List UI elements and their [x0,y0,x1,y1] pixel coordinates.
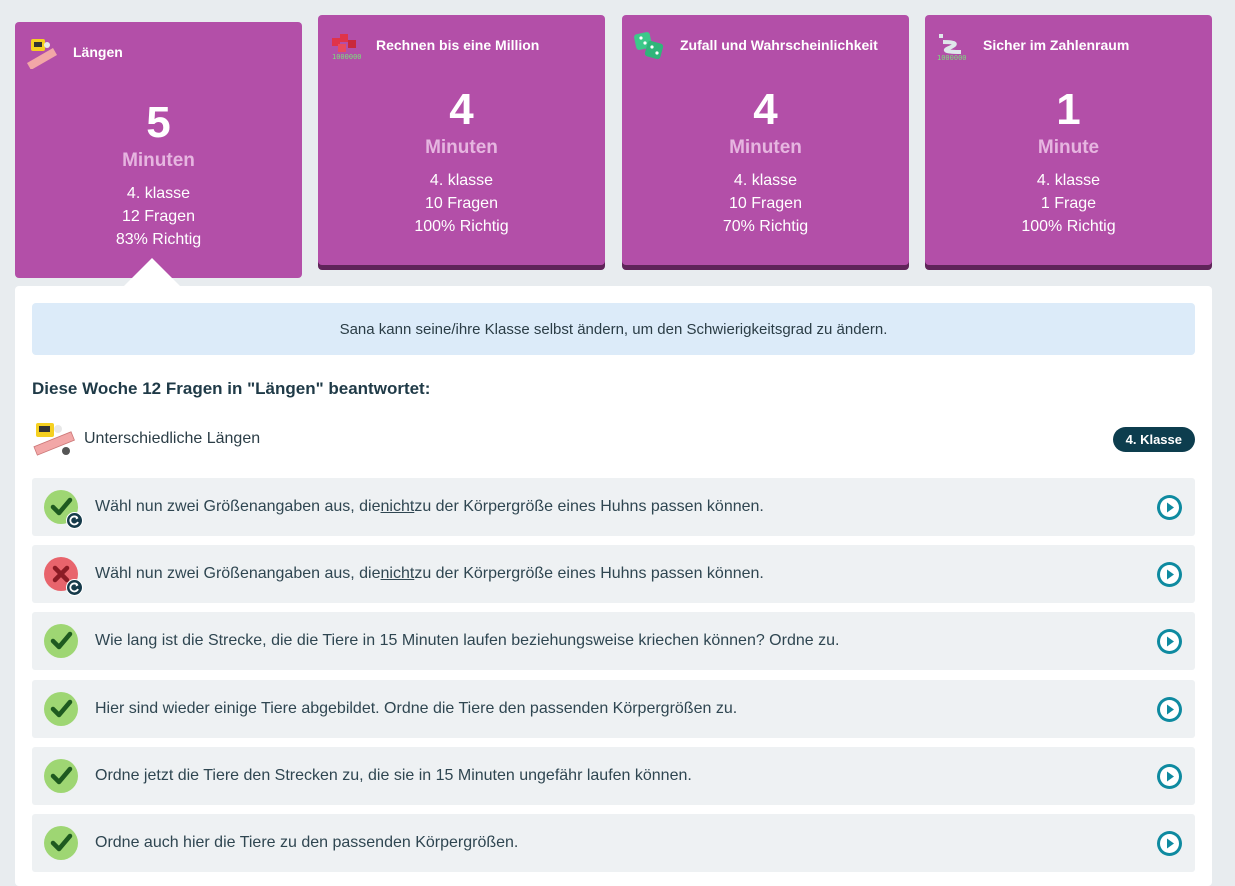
check-icon [50,766,73,785]
card-title: Sicher im Zahlenraum [983,37,1130,53]
correct-status-icon [44,490,83,529]
card-meta: 4. klasse 10 Fragen 100% Richtig [318,169,605,238]
number-path-icon: 1000000 [937,34,967,62]
question-text: Wähl nun zwei Größenangaben aus, die nic… [95,545,764,603]
card-grade: 4. klasse [126,185,191,202]
card-minutes-value: 5 [146,98,171,147]
svg-text:1000000: 1000000 [937,54,967,62]
card-meta: 4. klasse 12 Fragen 83% Richtig [15,182,302,251]
question-row[interactable]: Ordne jetzt die Tiere den Strecken zu, d… [32,747,1195,805]
card-question-count: 10 Fragen [425,195,498,212]
question-text-pre: Wähl nun zwei Größenangaben aus, die [95,565,381,582]
question-text: Wie lang ist die Strecke, die die Tiere … [95,632,840,649]
card-minutes-value: 4 [753,85,778,134]
question-text-pre: Wähl nun zwei Größenangaben aus, die [95,498,381,515]
svg-text:1000000: 1000000 [332,53,362,61]
question-text-emphasis: nicht [380,565,415,582]
detail-panel: Sana kann seine/ihre Klasse selbst änder… [15,286,1212,886]
skill-row: Unterschiedliche Längen 4. Klasse [32,420,1195,458]
ruler-skill-icon [33,423,75,456]
correct-status-icon [44,692,78,726]
question-text-post: zu der Körpergröße eines Huhns passen kö… [414,565,764,582]
play-icon[interactable] [1157,697,1182,722]
card-minutes-unit: Minuten [729,137,802,158]
card-header: Zufall und Wahrscheinlichkeit [632,25,901,65]
play-icon[interactable] [1157,764,1182,789]
question-row[interactable]: Wähl nun zwei Größenangaben aus, die nic… [32,478,1195,536]
card-title: Längen [73,44,123,60]
active-card-pointer [124,258,180,286]
dice-icon [634,32,664,60]
correct-status-icon [44,826,78,860]
card-question-count: 1 Frage [1040,195,1097,212]
card-minutes-unit: Minute [1037,137,1100,158]
retry-icon [66,579,83,596]
blocks-million-icon: 1000000 [332,34,362,61]
card-correct-rate: 83% Richtig [115,231,202,248]
card-grade: 4. klasse [429,172,494,189]
question-row[interactable]: Hier sind wieder einige Tiere abgebildet… [32,680,1195,738]
skill-cards: Längen 5 Minuten 4. klasse 12 Fragen 83%… [0,0,1235,290]
correct-status-icon [44,624,78,658]
question-row[interactable]: Ordne auch hier die Tiere zu den passend… [32,814,1195,872]
play-icon[interactable] [1157,831,1182,856]
question-row[interactable]: Wie lang ist die Strecke, die die Tiere … [32,612,1195,670]
check-icon [50,833,73,852]
skill-label: Unterschiedliche Längen [84,430,261,447]
card-header: 1000000 Rechnen bis eine Million [328,25,597,65]
info-banner: Sana kann seine/ihre Klasse selbst änder… [32,303,1195,355]
card-meta: 4. klasse 10 Fragen 70% Richtig [622,169,909,238]
question-text: Ordne auch hier die Tiere zu den passend… [95,834,519,851]
card-minutes-value: 4 [449,85,474,134]
card-correct-rate: 70% Richtig [722,218,809,235]
card-grade: 4. klasse [1036,172,1101,189]
play-icon[interactable] [1157,562,1182,587]
question-text-emphasis: nicht [380,498,415,515]
skill-card-rechnen[interactable]: 1000000 Rechnen bis eine Million 4 Minut… [318,15,605,265]
card-correct-rate: 100% Richtig [1021,218,1116,235]
grade-badge: 4. Klasse [1112,427,1195,452]
ruler-icon [27,39,57,69]
check-icon [50,699,73,718]
card-minutes-unit: Minuten [122,150,195,171]
card-title: Rechnen bis eine Million [376,37,540,53]
section-title: Diese Woche 12 Fragen in "Längen" beantw… [32,379,431,398]
card-grade: 4. klasse [733,172,798,189]
card-question-count: 10 Fragen [729,195,802,212]
skill-card-zahlenraum[interactable]: 1000000 Sicher im Zahlenraum 1 Minute 4.… [925,15,1212,265]
card-title: Zufall und Wahrscheinlichkeit [680,37,878,53]
card-minutes-value: 1 [1056,85,1081,134]
play-icon[interactable] [1157,495,1182,520]
question-text: Ordne jetzt die Tiere den Strecken zu, d… [95,767,692,784]
question-text-post: zu der Körpergröße eines Huhns passen kö… [414,498,764,515]
card-header: 1000000 Sicher im Zahlenraum [935,25,1204,65]
check-icon [50,631,73,650]
skill-card-zufall[interactable]: Zufall und Wahrscheinlichkeit 4 Minuten … [622,15,909,265]
play-icon[interactable] [1157,629,1182,654]
question-text: Wähl nun zwei Größenangaben aus, die nic… [95,478,764,536]
question-row[interactable]: Wähl nun zwei Größenangaben aus, die nic… [32,545,1195,603]
card-minutes-unit: Minuten [425,137,498,158]
card-correct-rate: 100% Richtig [414,218,509,235]
question-text: Hier sind wieder einige Tiere abgebildet… [95,700,738,717]
correct-status-icon [44,759,78,793]
retry-icon [66,512,83,529]
wrong-status-icon [44,557,83,596]
card-header: Längen [25,32,294,72]
card-meta: 4. klasse 1 Frage 100% Richtig [925,169,1212,238]
skill-card-laengen[interactable]: Längen 5 Minuten 4. klasse 12 Fragen 83%… [15,22,302,278]
card-question-count: 12 Fragen [122,208,195,225]
